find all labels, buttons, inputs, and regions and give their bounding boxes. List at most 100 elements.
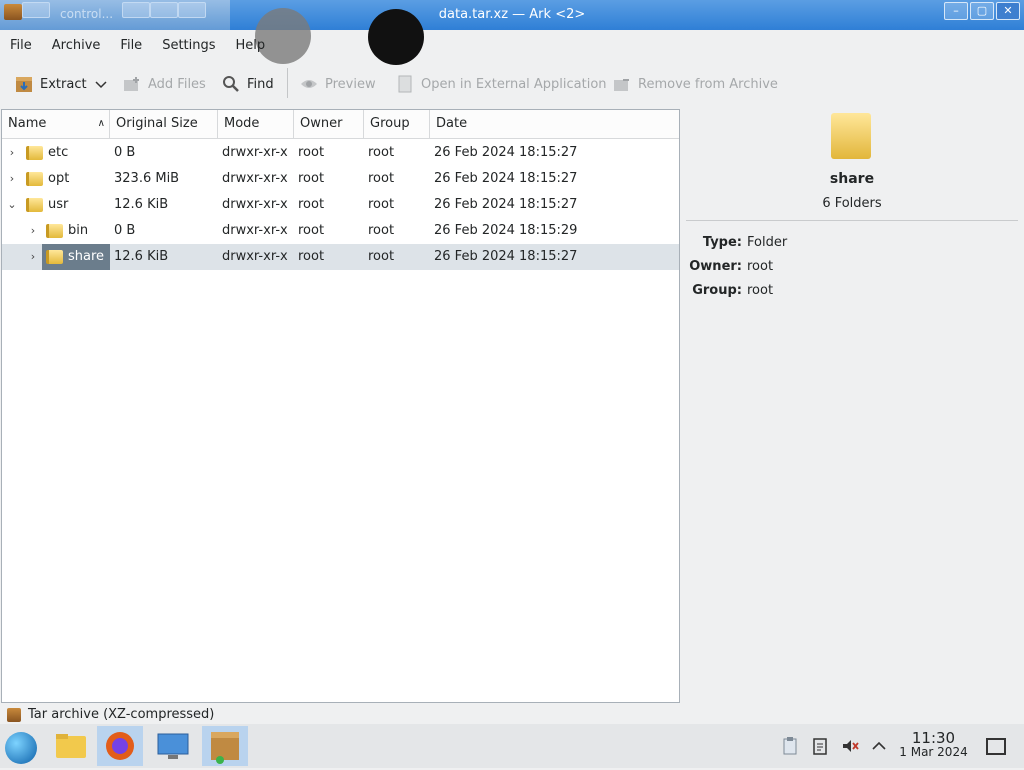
- toolbar: Extract Add Files Find Preview Open in E…: [0, 66, 1024, 102]
- toolbar-separator: [287, 68, 288, 98]
- taskbar-ark[interactable]: [202, 726, 248, 766]
- info-panel: share 6 Folders Type: Folder Owner: root…: [684, 109, 1024, 701]
- row-date: 26 Feb 2024 18:15:27: [434, 145, 578, 160]
- clock[interactable]: 11:30 1 Mar 2024: [886, 729, 981, 760]
- row-owner: root: [298, 249, 325, 264]
- row-date: 26 Feb 2024 18:15:27: [434, 249, 578, 264]
- menu-file-2[interactable]: File: [110, 33, 152, 59]
- column-header-size[interactable]: Original Size: [110, 110, 218, 138]
- table-row[interactable]: › opt 323.6 MiB drwxr-xr-x root root 26 …: [2, 166, 679, 192]
- status-text: Tar archive (XZ-compressed): [28, 707, 215, 722]
- column-date-label: Date: [436, 116, 468, 131]
- expand-chevron-icon[interactable]: ›: [27, 244, 39, 270]
- menu-archive[interactable]: Archive: [42, 33, 111, 59]
- table-row[interactable]: ⌄ usr 12.6 KiB drwxr-xr-x root root 26 F…: [2, 192, 679, 218]
- notes-tray-icon[interactable]: [810, 736, 830, 756]
- row-mode: drwxr-xr-x: [222, 145, 288, 160]
- row-size: 12.6 KiB: [114, 249, 169, 264]
- collapse-chevron-icon[interactable]: ⌄: [6, 192, 18, 218]
- column-header-group[interactable]: Group: [364, 110, 430, 138]
- taskbar-system-settings[interactable]: [150, 726, 196, 766]
- extract-dropdown-button[interactable]: [95, 66, 107, 102]
- show-desktop-icon[interactable]: [986, 738, 1006, 755]
- add-files-button[interactable]: Add Files: [122, 66, 206, 102]
- expand-chevron-icon[interactable]: ›: [6, 140, 18, 166]
- expand-chevron-icon[interactable]: ›: [6, 166, 18, 192]
- row-mode: drwxr-xr-x: [222, 197, 288, 212]
- volume-muted-icon[interactable]: [840, 736, 860, 756]
- taskbar-file-manager[interactable]: [48, 726, 94, 766]
- info-owner-row: Owner: root: [684, 259, 1020, 279]
- row-name: share: [68, 249, 105, 264]
- clipboard-tray-icon[interactable]: [780, 736, 800, 756]
- menu-settings[interactable]: Settings: [152, 33, 225, 59]
- table-row[interactable]: › etc 0 B drwxr-xr-x root root 26 Feb 20…: [2, 140, 679, 166]
- status-bar: Tar archive (XZ-compressed): [0, 706, 1024, 724]
- minimize-button[interactable]: –: [944, 2, 968, 20]
- taskbar-firefox[interactable]: [97, 726, 143, 766]
- extract-button[interactable]: Extract: [14, 66, 87, 102]
- row-date: 26 Feb 2024 18:15:27: [434, 197, 578, 212]
- column-header-name[interactable]: Name ∧: [2, 110, 110, 138]
- row-owner: root: [298, 145, 325, 160]
- window-titlebar[interactable]: control... data.tar.xz — Ark <2> – ▢ ✕: [0, 0, 1024, 65]
- folder-icon: [26, 146, 43, 160]
- info-summary: 6 Folders: [822, 196, 882, 211]
- ark-archive-icon: [211, 732, 239, 764]
- row-mode: drwxr-xr-x: [222, 223, 288, 238]
- find-button[interactable]: Find: [221, 66, 274, 102]
- row-group: root: [368, 223, 395, 238]
- row-mode: drwxr-xr-x: [222, 249, 288, 264]
- column-header-owner[interactable]: Owner: [294, 110, 364, 138]
- row-name: usr: [48, 197, 69, 212]
- row-name: etc: [48, 145, 69, 160]
- row-owner: root: [298, 197, 325, 212]
- open-external-label: Open in External Application: [421, 76, 607, 92]
- menu-bar: File Archive File Settings Help: [0, 33, 275, 59]
- close-button[interactable]: ✕: [996, 2, 1020, 20]
- window-title: data.tar.xz — Ark <2>: [438, 7, 586, 22]
- column-name-label: Name: [8, 116, 47, 131]
- extract-icon: [16, 77, 32, 92]
- column-owner-label: Owner: [300, 116, 343, 131]
- add-files-icon: [124, 77, 139, 91]
- row-size: 12.6 KiB: [114, 197, 169, 212]
- remove-button[interactable]: Remove from Archive: [612, 66, 778, 102]
- start-button[interactable]: [0, 726, 46, 766]
- folder-icon: [56, 734, 86, 758]
- column-mode-label: Mode: [224, 116, 260, 131]
- expand-chevron-icon[interactable]: ›: [27, 218, 39, 244]
- column-header-mode[interactable]: Mode: [218, 110, 294, 138]
- table-row[interactable]: › bin 0 B drwxr-xr-x root root 26 Feb 20…: [2, 218, 679, 244]
- menu-file[interactable]: File: [0, 33, 42, 59]
- clock-time: 11:30: [911, 729, 956, 747]
- row-group: root: [368, 145, 395, 160]
- folder-icon: [26, 198, 43, 212]
- menu-help[interactable]: Help: [226, 33, 276, 59]
- folder-icon: [26, 172, 43, 186]
- column-header-date[interactable]: Date: [430, 110, 679, 138]
- clock-date: 1 Mar 2024: [899, 745, 968, 759]
- row-owner: root: [298, 171, 325, 186]
- info-type-value: Folder: [747, 235, 788, 250]
- archive-tree-view[interactable]: Name ∧ Original Size Mode Owner Group Da…: [1, 109, 680, 703]
- document-icon: [398, 75, 412, 93]
- preview-icon: [301, 80, 317, 88]
- row-group: root: [368, 197, 395, 212]
- preview-button[interactable]: Preview: [299, 66, 376, 102]
- open-external-button[interactable]: Open in External Application: [395, 66, 607, 102]
- divider: [686, 220, 1018, 221]
- preview-label: Preview: [325, 76, 376, 92]
- row-date: 26 Feb 2024 18:15:29: [434, 223, 578, 238]
- info-owner-label: Owner:: [689, 259, 742, 274]
- row-date: 26 Feb 2024 18:15:27: [434, 171, 578, 186]
- row-group: root: [368, 249, 395, 264]
- maximize-button[interactable]: ▢: [970, 2, 994, 20]
- folder-icon: [831, 113, 871, 159]
- add-files-label: Add Files: [148, 76, 206, 92]
- taskbar: 11:30 1 Mar 2024: [0, 724, 1024, 768]
- row-size: 0 B: [114, 145, 136, 160]
- sort-ascending-icon: ∧: [97, 118, 105, 129]
- row-name: bin: [68, 223, 89, 238]
- table-row-selected[interactable]: › share 12.6 KiB drwxr-xr-x root root 26…: [2, 244, 679, 270]
